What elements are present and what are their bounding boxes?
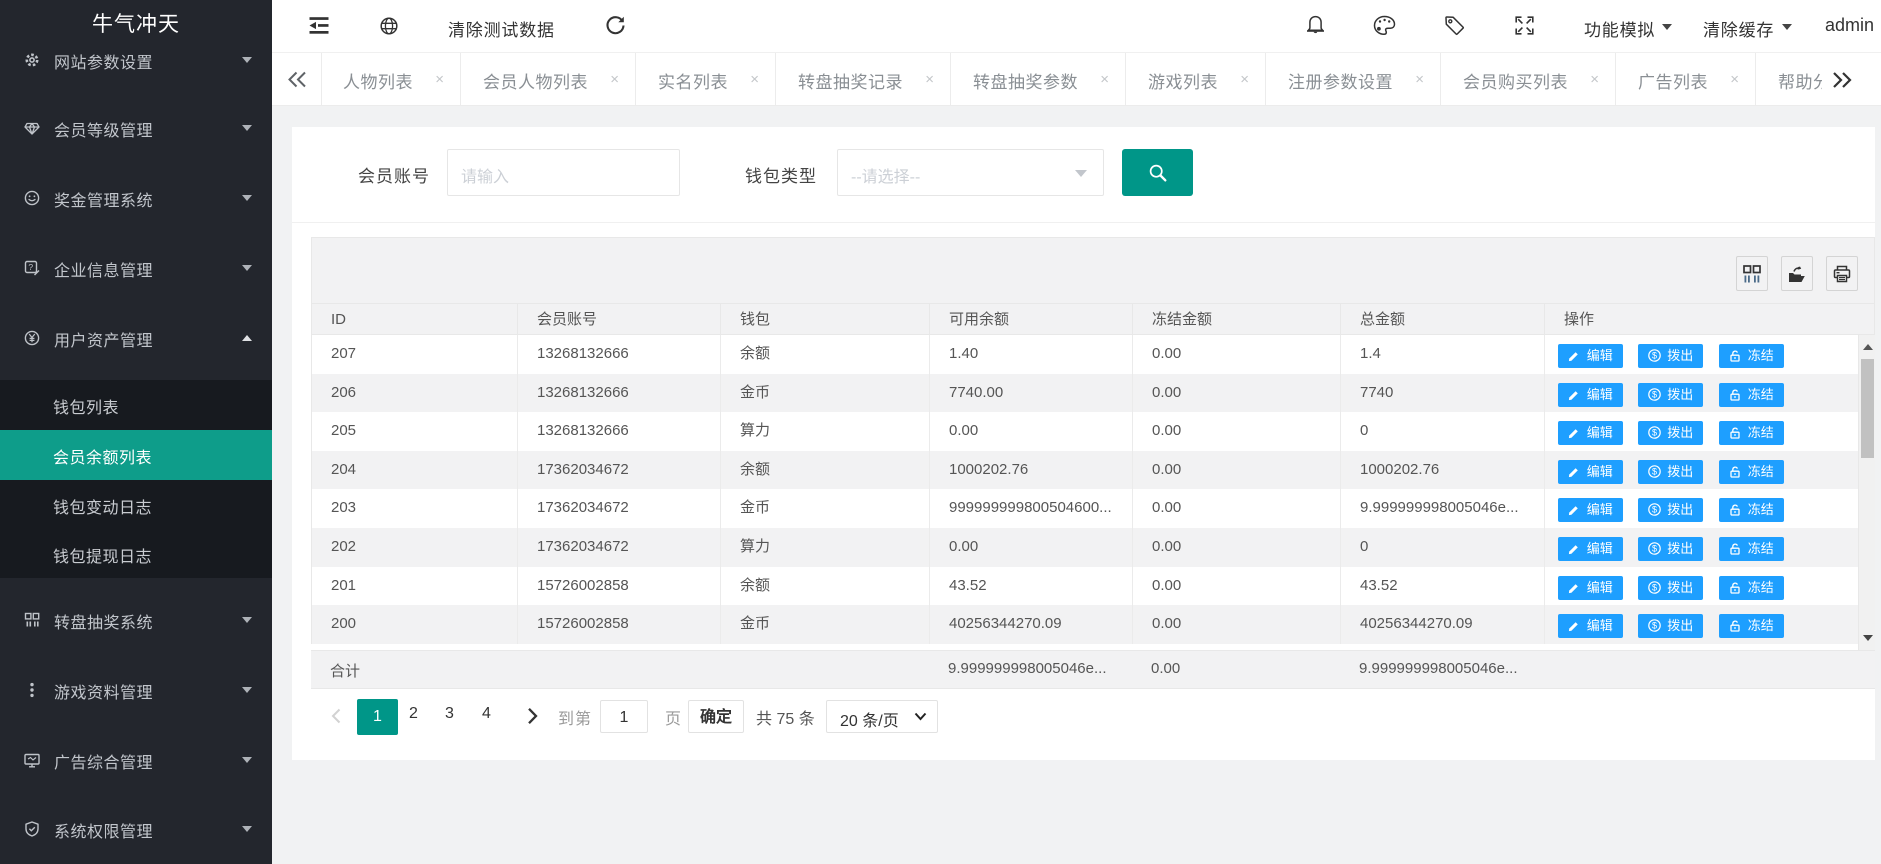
svg-text:$: $ xyxy=(1652,427,1657,437)
svg-text:$: $ xyxy=(1652,620,1657,630)
svg-text:?: ? xyxy=(28,262,33,272)
svg-text:$: $ xyxy=(1652,466,1657,476)
svg-text:$: $ xyxy=(1652,350,1657,360)
svg-text:$: $ xyxy=(1652,582,1657,592)
svg-text:$: $ xyxy=(1652,389,1657,399)
svg-text:$: $ xyxy=(1652,504,1657,514)
svg-text:$: $ xyxy=(1652,543,1657,553)
